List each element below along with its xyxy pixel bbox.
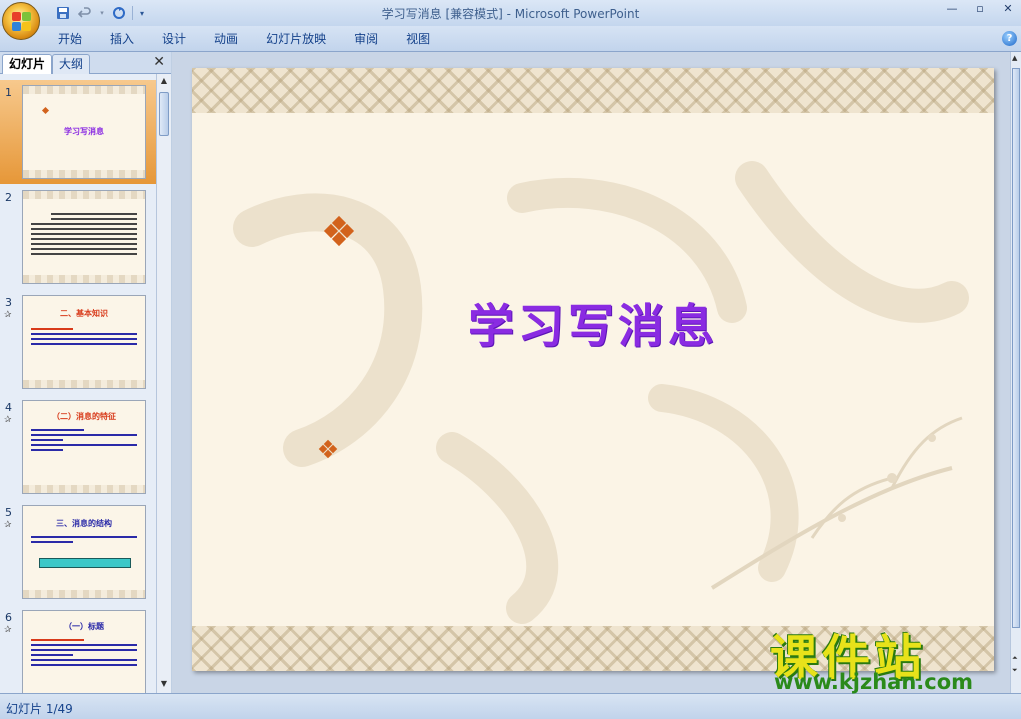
tab-slides[interactable]: 幻灯片 [2,54,53,74]
scrollbar-thumb[interactable] [1012,68,1020,628]
slide-editor: 学习写消息 [172,52,1010,693]
tab-insert[interactable]: 插入 [96,31,148,49]
tab-design[interactable]: 设计 [148,31,200,49]
slide-number: 3 [5,296,12,309]
slide-number: 6 [5,611,12,624]
ribbon-tab-bar: 开始 插入 设计 动画 幻灯片放映 审阅 视图 ? [0,26,1021,52]
slide-thumbnail[interactable]: 三、消息的结构 [22,505,146,599]
thumbnail-row[interactable]: 3 ✰ 二、基本知识 [0,290,156,394]
thumbnail-title: （一）标题 [64,622,104,631]
current-slide[interactable]: 学习写消息 [192,68,994,671]
slide-number: 4 [5,401,12,414]
thumbnail-row[interactable]: 4 ✰ （二）消息的特征 [0,395,156,499]
previous-slide-icon[interactable]: ⏶ [1012,654,1018,663]
title-bar: ▾ ▾ 学习写消息 [兼容模式] - Microsoft PowerPoint … [0,0,1021,40]
maximize-icon[interactable]: ▫ [973,2,987,15]
tab-view[interactable]: 视图 [392,31,444,49]
scrollbar-thumb[interactable] [159,92,169,136]
slide-counter: 幻灯片 1/49 [6,702,73,716]
scroll-up-icon[interactable]: ▲ [1012,54,1017,62]
thumbnail-row[interactable]: 6 ✰ （一）标题 [0,605,156,693]
tab-outline[interactable]: 大纲 [52,54,91,74]
calligraphy-background [233,161,969,624]
thumbnail-scrollbar[interactable]: ▲ ▼ [156,74,171,693]
help-icon[interactable]: ? [1002,31,1017,46]
office-logo-icon [12,12,32,32]
thumbnail-row[interactable]: 2 [0,185,156,289]
top-pattern-band [192,68,994,113]
slide-thumbnails: 1 学习写消息 2 3 ✰ 二、基本知识 4 ✰ （二）消息的特征 5 ✰ 三、… [0,74,156,693]
slide-number: 1 [5,86,12,99]
slide-scrollbar[interactable]: ▲ ⏶ ⏷ [1010,52,1021,693]
kjzhan-logo: 课件站 www.kjzhan.com [770,618,1006,694]
thumbnail-row[interactable]: 1 学习写消息 [0,80,156,184]
slide-thumbnail[interactable]: （二）消息的特征 [22,400,146,494]
scroll-down-icon[interactable]: ▼ [159,679,169,691]
window-title: 学习写消息 [兼容模式] - Microsoft PowerPoint [381,7,640,21]
next-slide-icon[interactable]: ⏷ [1012,666,1018,675]
status-bar: 幻灯片 1/49 [0,693,1021,719]
tab-animations[interactable]: 动画 [200,31,252,49]
animation-star-icon: ✰ [4,310,12,320]
thumbnail-title: 学习写消息 [64,127,104,136]
panel-close-icon[interactable]: ✕ [153,54,165,70]
thumbnail-title: 三、消息的结构 [56,519,112,528]
animation-star-icon: ✰ [4,625,12,635]
logo-url-text: www.kjzhan.com [774,670,974,694]
thumbnail-title: 二、基本知识 [60,309,108,318]
panel-tabs: 幻灯片 大纲 ✕ [0,52,171,74]
thumbnail-title: （二）消息的特征 [52,412,116,421]
slide-number: 5 [5,506,12,519]
slide-title[interactable]: 学习写消息 [192,290,994,356]
slide-thumbnail[interactable]: 二、基本知识 [22,295,146,389]
animation-star-icon: ✰ [4,520,12,530]
tab-slideshow[interactable]: 幻灯片放映 [252,31,340,49]
slide-thumbnail[interactable]: 学习写消息 [22,85,146,179]
minimize-icon[interactable]: — [945,2,959,15]
thumbnail-row[interactable]: 5 ✰ 三、消息的结构 [0,500,156,604]
window-controls: — ▫ ✕ [945,2,1015,15]
slide-number: 2 [5,191,12,204]
close-icon[interactable]: ✕ [1001,2,1015,15]
slides-panel: 幻灯片 大纲 ✕ 1 学习写消息 2 3 ✰ 二、基本知识 4 ✰ （二）消息的… [0,52,171,693]
ribbon-tabs: 开始 插入 设计 动画 幻灯片放映 审阅 视图 [44,31,444,49]
office-button[interactable] [2,2,40,40]
animation-star-icon: ✰ [4,415,12,425]
slide-thumbnail[interactable]: （一）标题 [22,610,146,693]
tab-home[interactable]: 开始 [44,31,96,49]
slide-thumbnail[interactable] [22,190,146,284]
tab-review[interactable]: 审阅 [340,31,392,49]
scroll-up-icon[interactable]: ▲ [159,76,169,88]
